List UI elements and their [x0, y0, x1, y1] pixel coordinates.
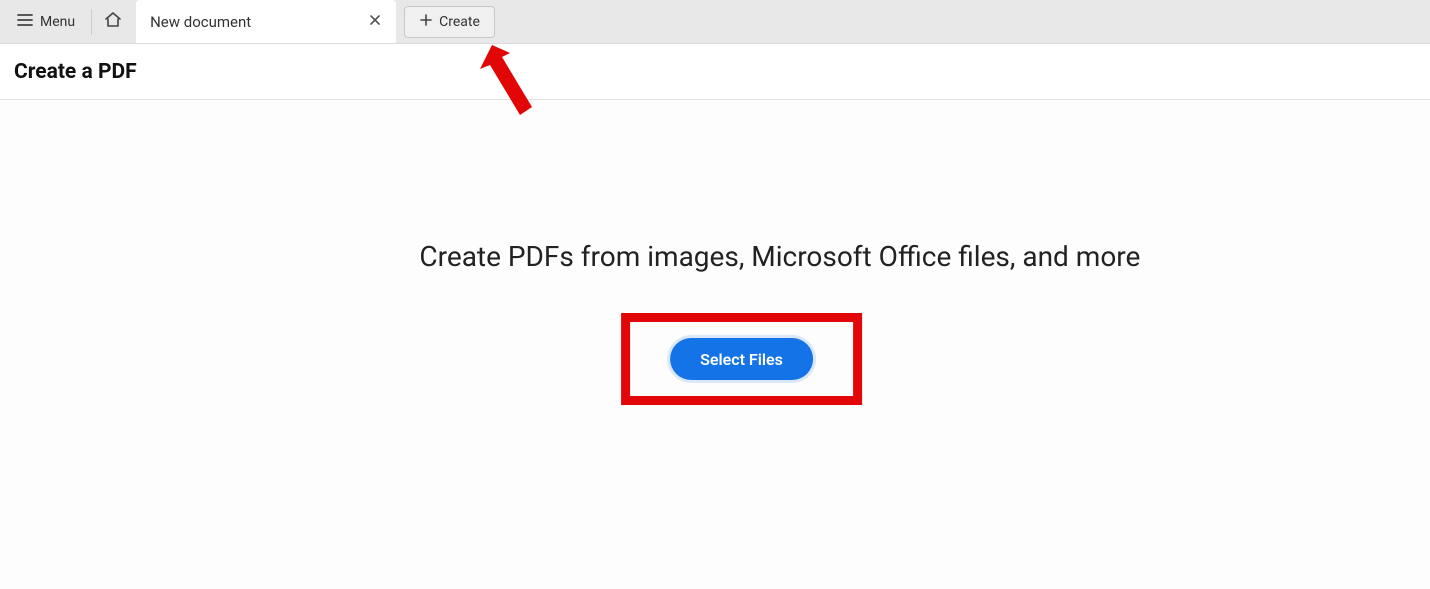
topbar: Menu New document Create	[0, 0, 1430, 44]
content-area: Create PDFs from images, Microsoft Offic…	[0, 100, 1430, 589]
hamburger-icon	[16, 11, 34, 33]
document-tab[interactable]: New document	[136, 0, 396, 43]
page-title: Create a PDF	[14, 60, 137, 84]
create-label: Create	[439, 14, 480, 30]
select-highlight-box: Select Files	[621, 313, 862, 405]
select-files-button[interactable]: Select Files	[670, 338, 813, 380]
menu-button[interactable]: Menu	[0, 0, 91, 43]
plus-icon	[419, 13, 433, 31]
tab-title: New document	[150, 13, 251, 31]
home-button[interactable]	[92, 0, 134, 43]
title-bar: Create a PDF	[0, 44, 1430, 100]
home-icon	[103, 10, 123, 34]
menu-label: Menu	[40, 14, 75, 30]
create-button[interactable]: Create	[404, 6, 495, 38]
close-icon[interactable]	[368, 13, 382, 31]
main-heading: Create PDFs from images, Microsoft Offic…	[419, 240, 1140, 273]
